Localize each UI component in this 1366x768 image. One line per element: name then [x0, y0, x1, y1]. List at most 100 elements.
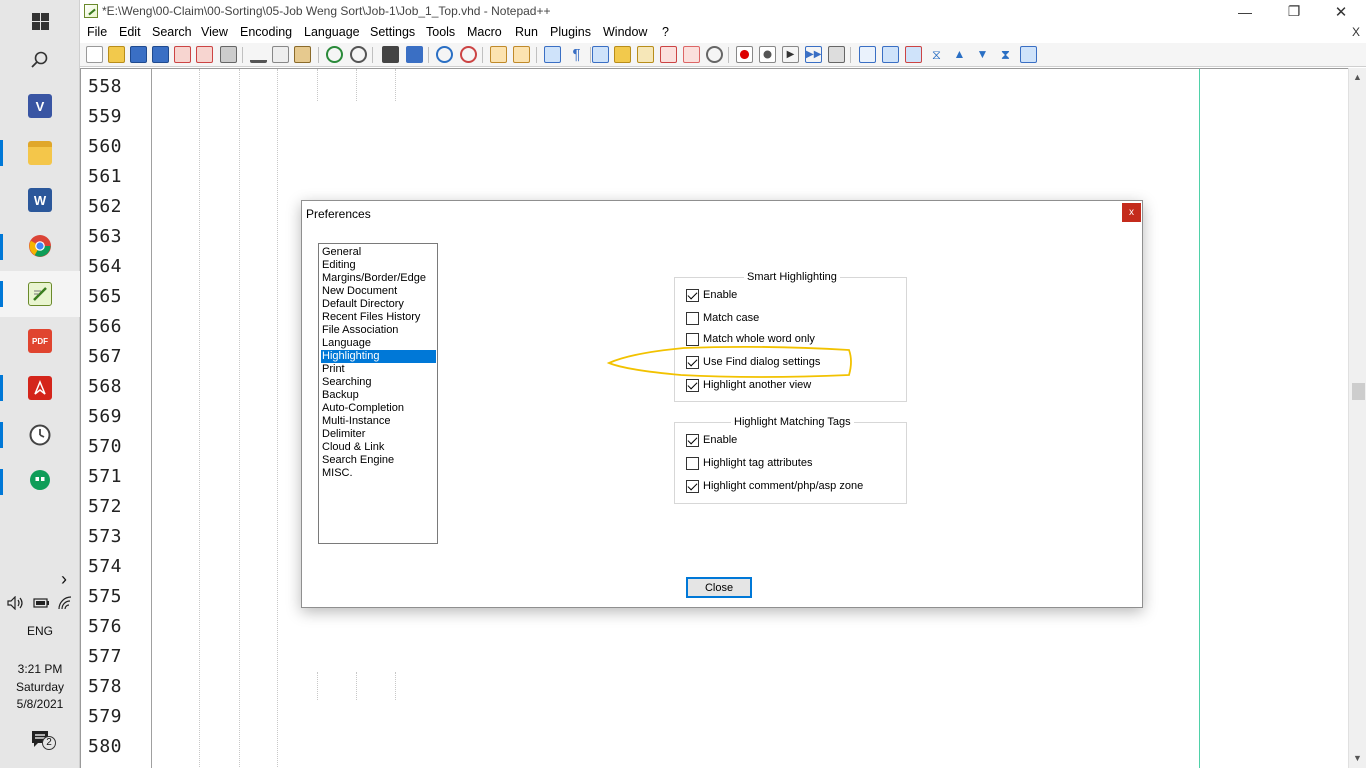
close-window-button[interactable]: ✕: [1318, 0, 1364, 23]
monitoring-icon[interactable]: [706, 46, 723, 63]
sort-ascending-icon[interactable]: [882, 46, 899, 63]
match-case-option[interactable]: Match case: [686, 311, 759, 325]
save-icon[interactable]: [130, 46, 147, 63]
record-macro-icon[interactable]: [736, 46, 753, 63]
category-auto-completion[interactable]: Auto-Completion: [321, 402, 436, 415]
run-macro-multiple-icon[interactable]: ▶▶: [805, 46, 822, 63]
category-backup[interactable]: Backup: [321, 389, 436, 402]
input-language[interactable]: ENG: [0, 624, 80, 638]
sync-vertical-icon[interactable]: [490, 46, 507, 63]
menu-language[interactable]: Language: [304, 25, 360, 39]
wifi-icon[interactable]: [57, 596, 73, 612]
close-document-button[interactable]: X: [1352, 25, 1360, 39]
category-editing[interactable]: Editing: [321, 259, 436, 272]
matching-tags-enable-option[interactable]: Enable: [686, 433, 737, 447]
use-find-dialog-settings-option[interactable]: Use Find dialog settings: [686, 355, 820, 369]
move-down-icon[interactable]: ▼: [974, 46, 991, 63]
volume-icon[interactable]: [7, 595, 25, 612]
save-all-icon[interactable]: [152, 46, 169, 63]
taskbar-file-explorer[interactable]: [0, 130, 80, 176]
minimize-button[interactable]: —: [1222, 0, 1268, 23]
category-margins[interactable]: Margins/Border/Edge: [321, 272, 436, 285]
zoom-out-icon[interactable]: [460, 46, 477, 63]
function-list-icon[interactable]: [660, 46, 677, 63]
category-delimiter[interactable]: Delimiter: [321, 428, 436, 441]
menu-file[interactable]: File: [87, 25, 107, 39]
clock-day[interactable]: Saturday: [0, 680, 80, 694]
maximize-button[interactable]: ❐: [1271, 0, 1317, 23]
taskbar-word[interactable]: W: [0, 177, 80, 223]
category-default-directory[interactable]: Default Directory: [321, 298, 436, 311]
battery-icon[interactable]: [32, 596, 50, 612]
category-search-engine[interactable]: Search Engine: [321, 454, 436, 467]
checkbox[interactable]: [686, 456, 699, 470]
notepad-plus-plus-icon[interactable]: [84, 4, 98, 18]
category-cloud-link[interactable]: Cloud & Link: [321, 441, 436, 454]
scroll-up-arrow-icon[interactable]: ▲: [1353, 72, 1362, 82]
stop-record-icon[interactable]: [759, 46, 776, 63]
match-whole-word-option[interactable]: Match whole word only: [686, 332, 815, 346]
category-print[interactable]: Print: [321, 363, 436, 376]
redo-icon[interactable]: [350, 46, 367, 63]
scrollbar-thumb[interactable]: [1352, 383, 1365, 400]
checkbox[interactable]: [686, 433, 699, 447]
taskbar-search-button[interactable]: [0, 38, 80, 84]
category-multi-instance[interactable]: Multi-Instance: [321, 415, 436, 428]
scroll-down-arrow-icon[interactable]: ▼: [1353, 753, 1362, 763]
dialog-close-button[interactable]: x: [1122, 203, 1141, 222]
copy-icon[interactable]: [272, 46, 289, 63]
category-file-association[interactable]: File Association: [321, 324, 436, 337]
menu-encoding[interactable]: Encoding: [240, 25, 292, 39]
fold-icon[interactable]: ⧖: [928, 46, 945, 63]
close-icon[interactable]: [174, 46, 191, 63]
sort-descending-icon[interactable]: [905, 46, 922, 63]
close-all-icon[interactable]: [196, 46, 213, 63]
checkbox[interactable]: [686, 332, 699, 346]
menu-view[interactable]: View: [201, 25, 228, 39]
undo-icon[interactable]: [326, 46, 343, 63]
category-misc[interactable]: MISC.: [321, 467, 436, 480]
cut-icon[interactable]: [250, 46, 267, 63]
category-recent-files-history[interactable]: Recent Files History: [321, 311, 436, 324]
folder-workspace-icon[interactable]: [683, 46, 700, 63]
highlight-another-view-option[interactable]: Highlight another view: [686, 378, 811, 392]
save-macro-icon[interactable]: [828, 46, 845, 63]
clock-time[interactable]: 3:21 PM: [0, 662, 80, 676]
zoom-in-icon[interactable]: [436, 46, 453, 63]
category-list[interactable]: General Editing Margins/Border/Edge New …: [318, 243, 438, 544]
clock-date[interactable]: 5/8/2021: [0, 697, 80, 711]
category-new-document[interactable]: New Document: [321, 285, 436, 298]
highlight-tag-attributes-option[interactable]: Highlight tag attributes: [686, 456, 812, 470]
menu-tools[interactable]: Tools: [426, 25, 455, 39]
taskbar-pdf-editor[interactable]: PDF: [0, 318, 80, 364]
new-file-icon[interactable]: [86, 46, 103, 63]
play-macro-icon[interactable]: ▶: [782, 46, 799, 63]
checkbox[interactable]: [686, 479, 699, 493]
smart-highlight-enable-option[interactable]: Enable: [686, 288, 737, 302]
notification-center-button[interactable]: 2: [0, 729, 80, 753]
taskbar-acrobat[interactable]: [0, 365, 80, 411]
menu-run[interactable]: Run: [515, 25, 538, 39]
menu-plugins[interactable]: Plugins: [550, 25, 591, 39]
checkbox[interactable]: [686, 378, 699, 392]
category-general[interactable]: General: [321, 246, 436, 259]
column-editor-icon[interactable]: [859, 46, 876, 63]
indent-guide-icon[interactable]: [592, 46, 609, 63]
highlight-comment-zone-option[interactable]: Highlight comment/php/asp zone: [686, 479, 863, 493]
menu-window[interactable]: Window: [603, 25, 647, 39]
menu-help[interactable]: ?: [662, 25, 669, 39]
unfold-icon[interactable]: ⧗: [997, 46, 1014, 63]
category-searching[interactable]: Searching: [321, 376, 436, 389]
show-all-chars-icon[interactable]: ¶: [568, 46, 585, 63]
taskbar-clock-app[interactable]: [0, 412, 80, 458]
vertical-scrollbar[interactable]: ▲ ▼: [1348, 68, 1366, 768]
menu-macro[interactable]: Macro: [467, 25, 502, 39]
word-wrap-icon[interactable]: [544, 46, 561, 63]
print-icon[interactable]: [220, 46, 237, 63]
menu-edit[interactable]: Edit: [119, 25, 141, 39]
taskbar-chrome[interactable]: [0, 224, 80, 270]
tab-bar-icon[interactable]: [1020, 46, 1037, 63]
taskbar-notepad-plus-plus[interactable]: [0, 271, 80, 317]
category-language[interactable]: Language: [321, 337, 436, 350]
taskbar-hangouts[interactable]: [0, 459, 80, 505]
